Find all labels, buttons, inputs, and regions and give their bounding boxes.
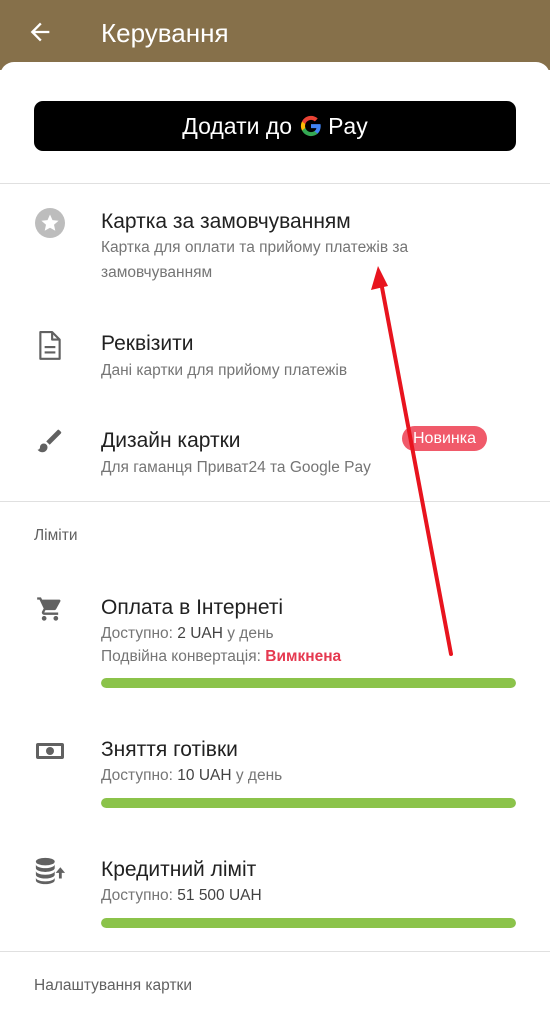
- menu-item-subtitle: Картка для оплати та прийому платежів за…: [101, 239, 409, 281]
- gpay-label-prefix: Додати до: [182, 112, 293, 139]
- limit-item-credit-limit[interactable]: Кредитний ліміт Доступно: 51 500 UAH: [0, 847, 550, 927]
- available-label: Доступно:: [101, 767, 173, 784]
- divider: [0, 951, 550, 952]
- available-suffix: у день: [227, 625, 274, 642]
- limit-progress-bar: [101, 918, 516, 928]
- menu-item-title: Картка за замовчуванням: [101, 210, 351, 233]
- limit-available: Доступно: 2 UAH у день: [101, 621, 491, 646]
- available-value: 10 UAH: [177, 767, 232, 784]
- gpay-label-suffix: Pay: [328, 112, 368, 139]
- limit-progress-fill: [101, 918, 516, 928]
- available-value: 2 UAH: [177, 625, 223, 642]
- available-value: 51 500 UAH: [177, 887, 262, 904]
- brush-icon: [34, 425, 66, 457]
- divider: [0, 501, 550, 502]
- add-to-google-pay-button[interactable]: Додати до Pay: [34, 101, 516, 151]
- double-conversion-label: Подвійна конвертація:: [101, 648, 261, 665]
- star-circle-icon: [34, 207, 66, 239]
- double-conversion-value: Вимкнена: [265, 648, 342, 665]
- cash-icon: [34, 735, 66, 767]
- limit-available: Доступно: 10 UAH у день: [101, 763, 491, 788]
- limit-title: Кредитний ліміт: [101, 858, 257, 881]
- arrow-left-icon: [30, 22, 50, 42]
- back-button[interactable]: [22, 14, 58, 50]
- app-bar: Керування: [0, 0, 550, 70]
- menu-item-title: Дизайн картки: [101, 429, 241, 452]
- document-icon: [34, 330, 66, 362]
- page-title: Керування: [101, 18, 229, 48]
- limits-section-header: Ліміти: [34, 527, 78, 544]
- card-settings-section-header: Налаштування картки: [34, 977, 192, 994]
- limit-title: Зняття готівки: [101, 738, 238, 761]
- available-suffix: у день: [235, 767, 283, 784]
- limit-progress-fill: [101, 678, 516, 688]
- sheet-top-edge: [0, 62, 550, 82]
- limit-available: Доступно: 51 500 UAH: [101, 883, 491, 908]
- new-badge: Новинка: [402, 426, 487, 451]
- divider: [0, 183, 550, 184]
- menu-item-requisites[interactable]: Реквізити Дані картки для прийому платеж…: [0, 320, 550, 390]
- limit-progress-bar: [101, 678, 516, 688]
- menu-item-subtitle: Дані картки для прийому платежів: [101, 362, 348, 379]
- google-g-icon: [300, 115, 322, 137]
- coins-up-icon: [34, 855, 66, 887]
- menu-item-subtitle: Для гаманця Приват24 та Google Pay: [101, 459, 371, 476]
- limit-progress-bar: [101, 798, 516, 808]
- double-conversion-status: Подвійна конвертація: Вимкнена: [101, 644, 491, 669]
- available-label: Доступно:: [101, 887, 173, 904]
- cart-icon: [34, 593, 66, 625]
- limit-title: Оплата в Інтернеті: [101, 596, 284, 619]
- menu-item-default-card[interactable]: Картка за замовчуванням Картка для оплат…: [0, 200, 550, 300]
- limit-progress-fill: [101, 798, 516, 808]
- limit-item-cash-withdrawal[interactable]: Зняття готівки Доступно: 10 UAH у день: [0, 727, 550, 807]
- available-label: Доступно:: [101, 625, 173, 642]
- menu-item-title: Реквізити: [101, 332, 194, 355]
